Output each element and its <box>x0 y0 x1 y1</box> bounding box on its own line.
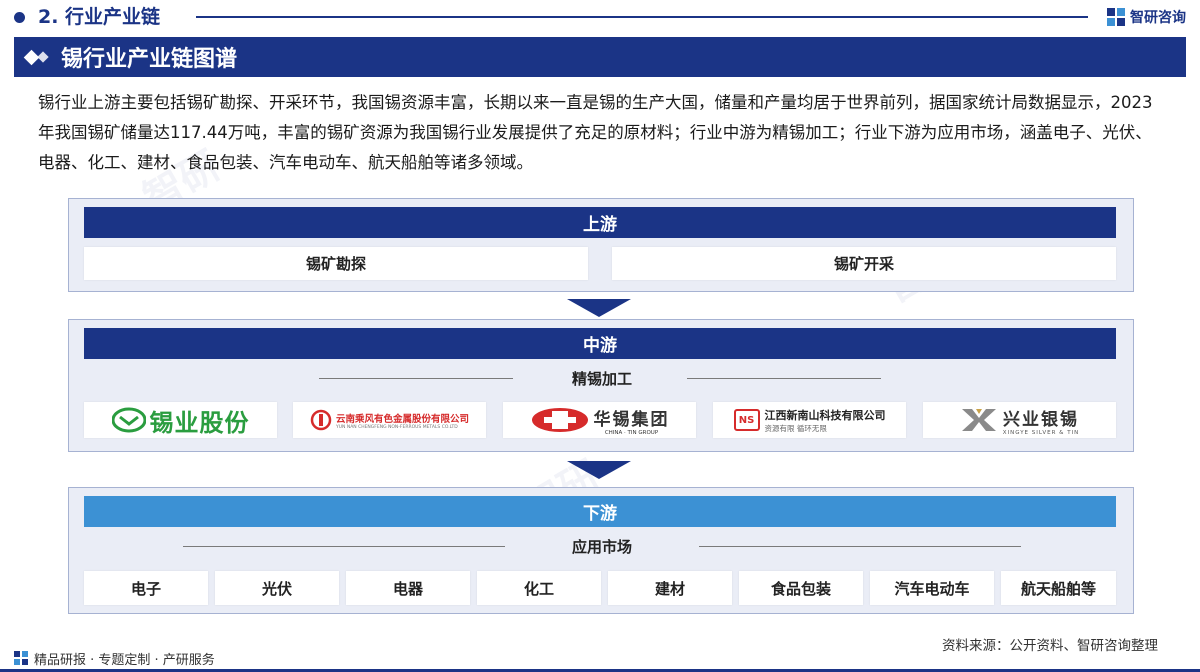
company-logo-xiye: 锡业股份 <box>84 402 277 438</box>
company-name: 云南乘风有色金属股份有限公司 <box>335 413 469 425</box>
bullet-dot-icon <box>14 12 25 23</box>
application-item: 电器 <box>346 571 470 605</box>
sub-divider <box>699 546 1021 547</box>
brand-logo: 智研咨询 <box>1106 6 1186 28</box>
company-logo-chengfeng: 云南乘风有色金属股份有限公司 YUN NAN CHENGFENG NON-FER… <box>293 402 486 438</box>
application-item: 航天船舶等 <box>1001 571 1116 605</box>
sub-divider <box>183 546 505 547</box>
xinnanshan-logo-icon: NS <box>733 409 760 431</box>
page-title: 锡行业产业链图谱 <box>61 47 238 72</box>
huaxi-logo-icon <box>531 408 588 432</box>
upstream-item: 锡矿开采 <box>612 247 1116 280</box>
downstream-panel: 下游 应用市场 电子 光伏 电器 化工 建材 食品包装 汽车电动车 航天船舶等 <box>68 487 1134 614</box>
diamond-icon <box>23 49 49 65</box>
header-rule <box>196 16 1088 18</box>
company-name: 华锡集团 <box>593 409 670 430</box>
company-slogan: 资源有限 循环无限 <box>764 423 827 433</box>
upstream-panel: 上游 锡矿勘探 锡矿开采 <box>68 198 1134 292</box>
downstream-sub-label: 应用市场 <box>571 538 632 556</box>
sub-divider <box>687 378 881 379</box>
footer-slogan-text: 精品研报 · 专题定制 · 产研服务 <box>34 652 215 668</box>
sub-divider <box>319 378 513 379</box>
title-bar: 锡行业产业链图谱 <box>14 37 1186 77</box>
downstream-band: 下游 <box>84 496 1116 527</box>
application-item: 建材 <box>608 571 732 605</box>
upstream-item: 锡矿勘探 <box>84 247 588 280</box>
source-note: 资料来源：公开资料、智研咨询整理 <box>942 638 1158 654</box>
company-logo-xingye: 兴业银锡 XINGYE SILVER & TIN <box>923 402 1116 438</box>
company-logo-xinnanshan: NS 江西新南山科技有限公司 资源有限 循环无限 <box>713 402 906 438</box>
company-name: 锡业股份 <box>149 408 250 437</box>
application-item: 食品包装 <box>739 571 863 605</box>
brand-mark-icon <box>1107 8 1125 26</box>
application-item: 汽车电动车 <box>870 571 994 605</box>
intro-paragraph: 锡行业上游主要包括锡矿勘探、开采环节，我国锡资源丰富，长期以来一直是锡的生产大国… <box>38 93 1153 172</box>
flow-arrow-down-icon <box>567 299 631 317</box>
company-logo-huaxi: 华锡集团 CHINA · TIN GROUP <box>503 402 696 438</box>
brand-name: 智研咨询 <box>1130 10 1186 26</box>
xiye-logo-icon <box>111 407 146 433</box>
application-item: 光伏 <box>215 571 339 605</box>
upstream-band: 上游 <box>84 207 1116 238</box>
company-name: 江西新南山科技有限公司 <box>764 408 886 422</box>
midstream-panel: 中游 精锡加工 锡业股份 云南乘风有色金属股份有限公司 YUN NAN CHEN… <box>68 319 1134 452</box>
midstream-sub-label: 精锡加工 <box>571 370 632 388</box>
footer-brand-icon <box>14 651 28 665</box>
section-header: 2. 行业产业链 智研咨询 <box>0 0 1200 34</box>
company-name-en: CHINA · TIN GROUP <box>604 429 659 436</box>
company-name-en: YUN NAN CHENGFENG NON-FERROUS METALS CO.… <box>335 424 458 430</box>
midstream-band: 中游 <box>84 328 1116 359</box>
flow-arrow-down-icon <box>567 461 631 479</box>
footer-slogan: 精品研报 · 专题定制 · 产研服务 <box>14 648 215 668</box>
application-item: 化工 <box>477 571 601 605</box>
chengfeng-logo-icon <box>310 409 332 431</box>
section-title: 2. 行业产业链 <box>38 6 161 28</box>
company-name: 兴业银锡 <box>1003 409 1079 430</box>
application-item: 电子 <box>84 571 208 605</box>
company-name-en: XINGYE SILVER & TIN <box>1002 429 1080 436</box>
xingye-logo-icon <box>961 409 996 431</box>
